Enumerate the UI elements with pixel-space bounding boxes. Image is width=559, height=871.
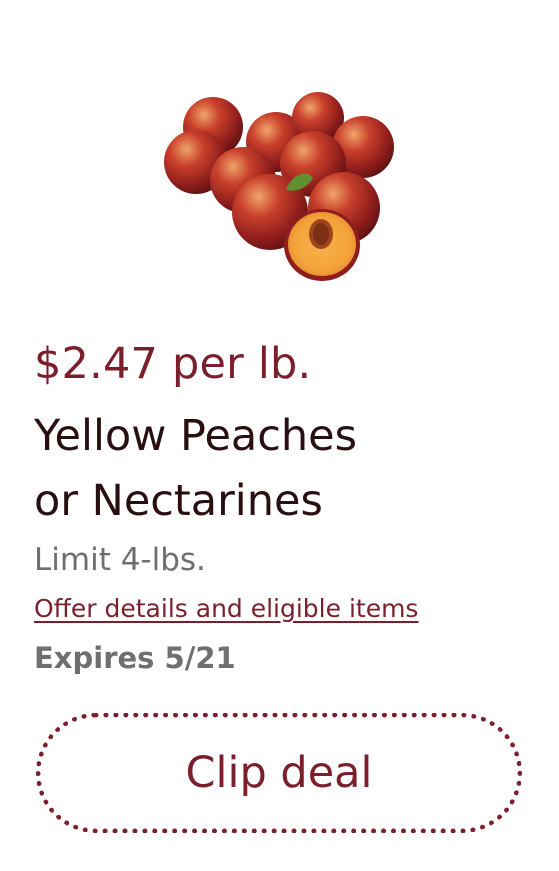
offer-details-link[interactable]: Offer details and eligible items — [34, 590, 418, 628]
clip-deal-button[interactable]: Clip deal — [36, 713, 522, 833]
clip-deal-label: Clip deal — [185, 747, 373, 798]
deal-title: Yellow Peaches or Nectarines — [34, 404, 534, 534]
deal-title-line-1: Yellow Peaches — [34, 411, 358, 461]
deal-card: $2.47 per lb. Yellow Peaches or Nectarin… — [0, 0, 559, 871]
peaches-image — [164, 92, 394, 281]
deal-limit: Limit 4-lbs. — [34, 542, 206, 578]
deal-price: $2.47 per lb. — [34, 339, 312, 389]
deal-expires: Expires 5/21 — [34, 641, 236, 675]
deal-title-line-2: or Nectarines — [34, 476, 323, 526]
